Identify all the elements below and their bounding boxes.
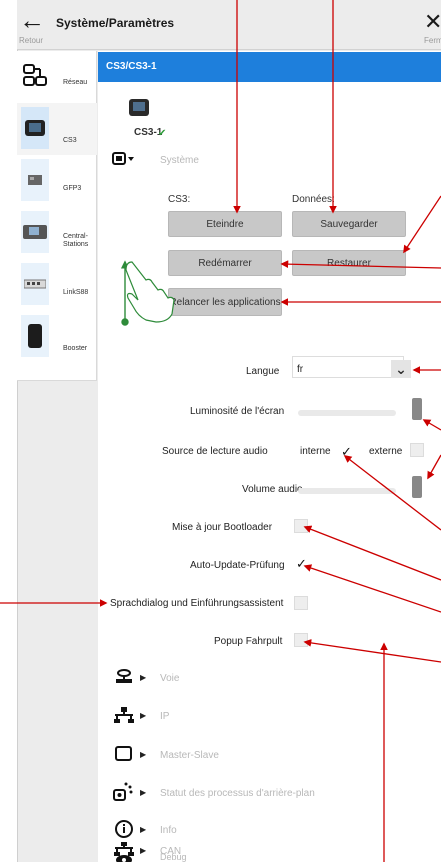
section-master-slave[interactable]: Master-Slave [160, 750, 219, 761]
expand-arrow-icon[interactable]: ▶ [140, 846, 146, 855]
audio-source-label: Source de lecture audio [162, 446, 268, 457]
expand-arrow-icon[interactable]: ▶ [140, 788, 146, 797]
expand-arrow-icon[interactable]: ▶ [140, 711, 146, 720]
brightness-slider[interactable] [298, 410, 396, 416]
window-title: Système/Paramètres [56, 16, 175, 30]
autoupdate-checkbox[interactable]: ✓ [296, 556, 307, 572]
sidebar-item-label: Central- Stations [63, 233, 89, 248]
central-stations-icon [21, 211, 49, 253]
bootloader-label: Mise à jour Bootloader [172, 522, 273, 533]
popup-checkbox[interactable] [294, 633, 308, 647]
cs3-device-icon [126, 97, 152, 119]
section-voie[interactable]: Voie [160, 673, 179, 684]
section-background-status[interactable]: Statut des processus d'arrière-plan [160, 788, 315, 799]
sidebar-item-label: Booster [63, 345, 88, 352]
track-icon[interactable] [114, 668, 134, 689]
back-label[interactable]: Retour [19, 36, 43, 45]
audio-internal-checkbox[interactable]: ✓ [341, 444, 352, 460]
speechdialog-label: Sprachdialog und Einführungsassistent [110, 598, 284, 609]
section-debug[interactable]: Debug [160, 852, 187, 862]
chevron-down-icon[interactable]: ⌄ [391, 360, 411, 378]
expand-arrow-icon[interactable]: ▶ [140, 825, 146, 834]
close-label[interactable]: Fermer [424, 36, 441, 45]
brightness-label: Luminosité de l'écran [190, 406, 285, 417]
sidebar-item-label: LinkS88 [63, 289, 89, 296]
audio-volume-label: Volume audio [242, 484, 303, 495]
language-value: fr [297, 364, 304, 375]
data-column-label: Données: [292, 194, 335, 205]
ip-network-icon[interactable] [114, 707, 134, 726]
info-icon[interactable] [114, 819, 134, 842]
audio-external-label: externe [369, 446, 403, 457]
sidebar-item-central-stations[interactable]: Central- Stations [17, 207, 97, 259]
system-section-toggle[interactable] [112, 152, 134, 169]
section-ip[interactable]: IP [160, 711, 169, 722]
booster-icon [21, 315, 49, 357]
shutdown-button[interactable]: Eteindre [168, 211, 282, 237]
screen-icon [112, 152, 134, 165]
speechdialog-checkbox[interactable] [294, 596, 308, 610]
audio-external-checkbox[interactable] [410, 443, 424, 457]
online-check-icon: ✔ [158, 128, 167, 139]
links88-icon [21, 263, 49, 305]
master-slave-icon[interactable] [114, 746, 134, 765]
audio-internal-label: interne [300, 446, 331, 457]
debug-eye-icon[interactable] [114, 853, 134, 862]
save-button[interactable]: Sauvegarder [292, 211, 406, 237]
network-icon [21, 55, 49, 97]
expand-arrow-icon[interactable]: ▶ [140, 673, 146, 682]
popup-label: Popup Fahrpult [214, 636, 283, 647]
sidebar-item-gfp3[interactable]: GFP3 [17, 155, 97, 207]
sidebar-item-label: GFP3 [63, 185, 82, 192]
language-label: Langue [246, 366, 280, 377]
section-info[interactable]: Info [160, 825, 177, 836]
close-icon[interactable]: ✕ [424, 10, 441, 34]
device-sidebar: Réseau CS3 GFP3 Central- Stations LinkS8… [17, 51, 97, 381]
brightness-slider-handle[interactable] [412, 398, 422, 420]
restart-button[interactable]: Redémarrer [168, 250, 282, 276]
bootloader-checkbox[interactable] [294, 519, 308, 533]
restore-button[interactable]: Restaurer [292, 250, 406, 276]
background-process-icon[interactable] [112, 780, 134, 805]
device-header-title: CS3/CS3-1 [106, 61, 157, 72]
audio-volume-slider[interactable] [298, 488, 396, 494]
sidebar-item-cs3[interactable]: CS3 [17, 103, 97, 155]
system-section-label: Système [160, 155, 199, 166]
language-select[interactable] [292, 356, 404, 378]
sidebar-item-booster[interactable]: Booster [17, 311, 97, 363]
gfp3-icon [21, 159, 49, 201]
relaunch-apps-button[interactable]: Relancer les applications [168, 288, 282, 316]
sidebar-item-label: CS3 [63, 137, 77, 144]
sidebar-item-links88[interactable]: LinkS88 [17, 259, 97, 311]
sidebar-item-network[interactable]: Réseau [17, 51, 97, 103]
sidebar-item-label: Réseau [63, 79, 88, 86]
autoupdate-label: Auto-Update-Prüfung [190, 560, 285, 571]
audio-volume-slider-handle[interactable] [412, 476, 422, 498]
cs3-device-icon [21, 107, 49, 149]
cs3-column-label: CS3: [168, 194, 191, 205]
expand-arrow-icon[interactable]: ▶ [140, 750, 146, 759]
